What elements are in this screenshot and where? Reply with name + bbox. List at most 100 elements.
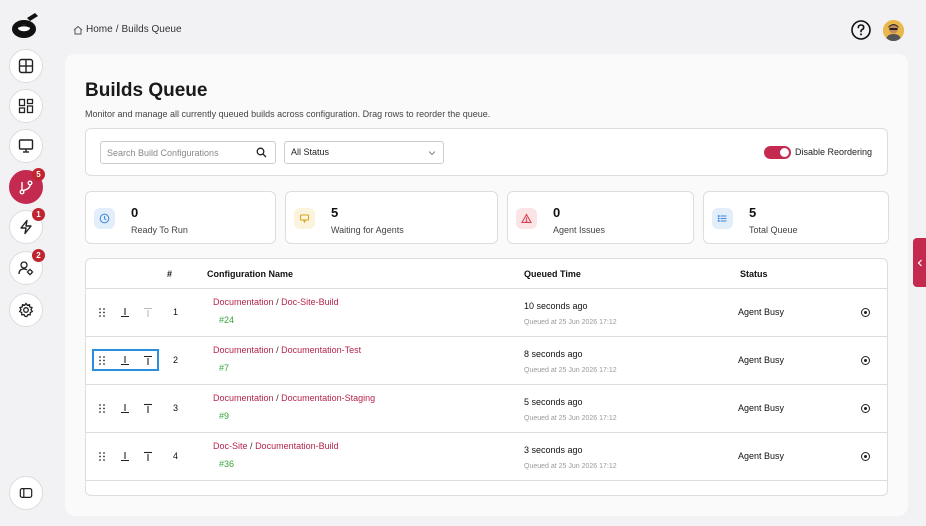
disable-reordering-toggle[interactable] — [764, 146, 791, 159]
monitor-icon — [18, 139, 34, 153]
users-badge: 2 — [32, 249, 45, 262]
stat-value: 5 — [331, 205, 339, 220]
build-number-link[interactable]: #9 — [219, 411, 229, 421]
page-title: Builds Queue — [85, 80, 208, 101]
side-panel-toggle[interactable] — [913, 238, 926, 287]
sidebar-toggle-button[interactable] — [9, 476, 43, 510]
config-link[interactable]: Documentation-Staging — [281, 393, 375, 403]
sidebar-panel-icon — [19, 488, 33, 498]
status-select-value: All Status — [291, 147, 330, 157]
builds-queue-badge: 5 — [32, 168, 45, 181]
sidebar-item-users[interactable]: 2 — [9, 249, 45, 285]
stat-ready-to-run: 0 Ready To Run — [85, 191, 276, 244]
configuration-name: Documentation / Doc-Site-Build — [213, 297, 339, 307]
search-icon[interactable] — [256, 147, 267, 158]
path-separator: / — [276, 393, 279, 403]
move-to-top-icon[interactable] — [143, 451, 153, 462]
status-radio-icon[interactable] — [861, 452, 870, 461]
status-select[interactable]: All Status — [284, 141, 444, 164]
drag-handle-icon[interactable] — [97, 403, 107, 414]
stat-value: 5 — [749, 205, 757, 220]
status-radio-icon[interactable] — [861, 308, 870, 317]
queued-at: Queued at 25 Jun 2026 17:12 — [524, 367, 617, 374]
toggle-label: Disable Reordering — [795, 147, 873, 157]
status-radio-icon[interactable] — [861, 356, 870, 365]
table-row[interactable]: 1 Documentation / Doc-Site-Build #24 10 … — [86, 289, 887, 337]
breadcrumb-separator: / — [115, 24, 119, 35]
move-to-top-icon[interactable] — [143, 403, 153, 414]
search-input[interactable] — [101, 142, 251, 163]
header-status: Status — [740, 269, 768, 279]
status-radio-icon[interactable] — [861, 404, 870, 413]
project-link[interactable]: Documentation — [213, 393, 274, 403]
queue-table: # Configuration Name Queued Time Status … — [85, 258, 888, 496]
list-icon — [712, 208, 733, 229]
user-gear-icon — [18, 261, 34, 276]
stat-agent-issues: 0 Agent Issues — [507, 191, 694, 244]
row-number: 3 — [173, 403, 179, 413]
drag-handle-icon[interactable] — [97, 355, 107, 366]
stat-waiting-for-agents: 5 Waiting for Agents — [285, 191, 498, 244]
header-configuration-name: Configuration Name — [207, 269, 294, 279]
table-row[interactable]: 3 Documentation / Documentation-Staging … — [86, 385, 887, 433]
queued-time: 10 seconds ago — [524, 301, 588, 311]
queued-time: 3 seconds ago — [524, 445, 583, 455]
chat-icon — [294, 208, 315, 229]
project-link[interactable]: Doc-Site — [213, 441, 248, 451]
stat-label: Waiting for Agents — [331, 225, 404, 235]
sidebar-item-agents[interactable] — [9, 129, 43, 163]
build-number-link[interactable]: #36 — [219, 459, 234, 469]
home-icon[interactable] — [73, 25, 83, 35]
project-link[interactable]: Documentation — [213, 345, 274, 355]
table-row[interactable]: 2 Documentation / Documentation-Test #7 … — [86, 337, 887, 385]
page-subtitle: Monitor and manage all currently queued … — [85, 109, 491, 119]
status-text: Agent Busy — [738, 403, 785, 413]
row-number: 4 — [173, 451, 179, 461]
header-queued-time: Queued Time — [524, 269, 581, 279]
table-row[interactable]: 4 Doc-Site / Documentation-Build #36 3 s… — [86, 433, 887, 481]
help-icon[interactable] — [851, 20, 871, 40]
queued-at: Queued at 25 Jun 2026 17:12 — [524, 463, 617, 470]
project-link[interactable]: Documentation — [213, 297, 274, 307]
avatar[interactable] — [883, 20, 904, 41]
drag-handle-icon[interactable] — [97, 307, 107, 318]
configuration-name: Documentation / Documentation-Test — [213, 345, 361, 355]
stat-label: Agent Issues — [553, 225, 606, 235]
build-number-link[interactable]: #24 — [219, 315, 234, 325]
stat-value: 0 — [553, 205, 561, 220]
queued-at: Queued at 25 Jun 2026 17:12 — [524, 319, 617, 326]
row-number: 2 — [173, 355, 179, 365]
path-separator: / — [276, 345, 279, 355]
move-to-top-icon[interactable] — [143, 355, 153, 366]
move-to-bottom-icon[interactable] — [120, 355, 130, 366]
warning-icon — [516, 208, 537, 229]
lightning-icon — [20, 219, 32, 235]
configuration-name: Doc-Site / Documentation-Build — [213, 441, 339, 451]
move-to-bottom-icon[interactable] — [120, 307, 130, 318]
row-number: 1 — [173, 307, 179, 317]
breadcrumb-home[interactable]: Home — [86, 24, 113, 35]
gear-icon — [18, 302, 34, 318]
sidebar-item-builds-queue[interactable]: 5 — [9, 168, 45, 204]
sidebar-item-settings[interactable] — [9, 293, 43, 327]
build-number-link[interactable]: #7 — [219, 363, 229, 373]
sidebar-item-dashboard[interactable] — [9, 89, 43, 123]
status-text: Agent Busy — [738, 307, 785, 317]
config-link[interactable]: Doc-Site-Build — [281, 297, 339, 307]
status-text: Agent Busy — [738, 355, 785, 365]
sidebar-item-overview[interactable] — [9, 49, 43, 83]
move-to-bottom-icon[interactable] — [120, 451, 130, 462]
path-separator: / — [250, 441, 253, 451]
search-box — [100, 141, 276, 164]
sidebar-item-actions[interactable]: 1 — [9, 208, 45, 244]
move-to-bottom-icon[interactable] — [120, 403, 130, 414]
config-link[interactable]: Documentation-Build — [255, 441, 339, 451]
config-link[interactable]: Documentation-Test — [281, 345, 361, 355]
drag-handle-icon[interactable] — [97, 451, 107, 462]
clock-icon — [94, 208, 115, 229]
header-number: # — [167, 269, 173, 279]
status-text: Agent Busy — [738, 451, 785, 461]
logo-icon[interactable] — [11, 10, 41, 40]
chevron-down-icon — [428, 151, 436, 156]
stat-value: 0 — [131, 205, 139, 220]
